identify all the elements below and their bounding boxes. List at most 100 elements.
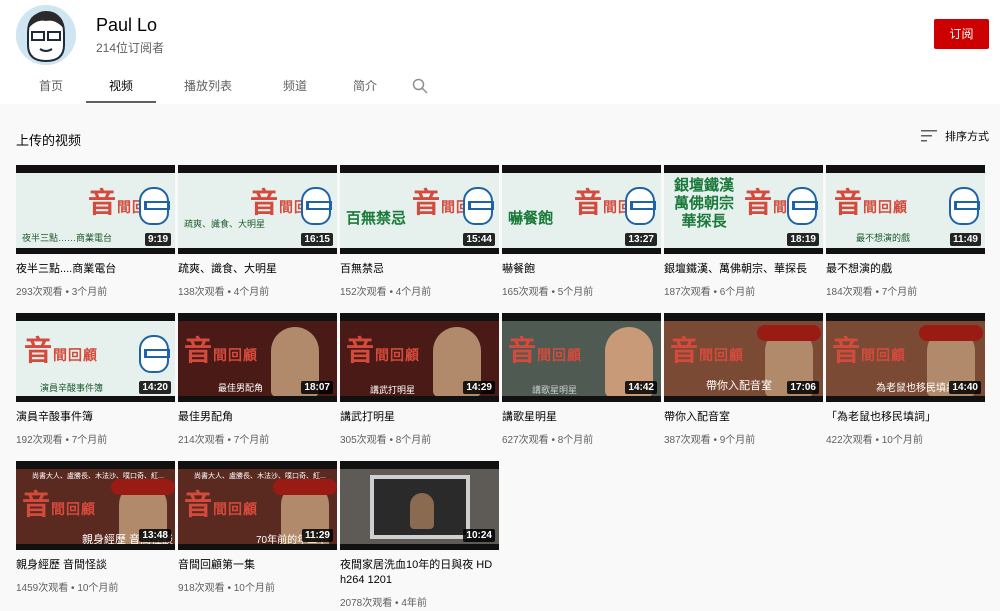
thumbnail-caption: 演員辛酸事件簿	[40, 383, 104, 393]
video-meta: 2078次观看 • 4年前	[340, 598, 427, 609]
video-title[interactable]: 夜半三點....商業電台	[16, 262, 175, 277]
duration-badge: 13:27	[625, 233, 657, 246]
video-thumbnail[interactable]: 音間回顧 嚇餐飽 13:27	[502, 165, 661, 254]
video-title[interactable]: 最不想演的戲	[826, 262, 985, 277]
cartoon-face-icon	[787, 187, 818, 225]
video-title[interactable]: 演員辛酸事件簿	[16, 410, 175, 425]
video-title[interactable]: 銀壇鐵漢、萬佛朝宗、華探長	[664, 262, 823, 277]
video-thumbnail[interactable]: 音間回顧 帶你入配音室 17:06	[664, 313, 823, 402]
video-title[interactable]: 疏爽、識食、大明星	[178, 262, 337, 277]
video-meta: 293次观看 • 3个月前	[16, 287, 108, 298]
thumbnail-caption: 銀壇鐵漢 萬佛朝宗 華探長	[674, 177, 735, 230]
video-thumbnail[interactable]: 音間回顧 演員辛酸事件簿 14:20	[16, 313, 175, 402]
laptop-screen	[370, 475, 470, 539]
thumbnail-stamp: 音間回顧	[24, 334, 99, 367]
tab-playlists[interactable]: 播放列表	[156, 68, 260, 104]
duration-badge: 15:44	[463, 233, 495, 246]
thumbnail-caption: 最佳男配角	[218, 383, 264, 393]
video-title[interactable]: 講武打明星	[340, 410, 499, 425]
video-card[interactable]: 尚書大人、盧勝長、木法沙、噗口奇、紅... 音間回顧 親身經歷 音間怪談 13:…	[16, 461, 175, 594]
video-card[interactable]: 音間回顧 百無禁忌 15:44 百無禁忌 152次观看 • 4个月前	[340, 165, 499, 298]
video-title[interactable]: 「為老鼠也移民填詞」	[826, 410, 985, 425]
video-thumbnail[interactable]: 音間回顧 夜半三點……商業電台 9:19	[16, 165, 175, 254]
thumbnail-stamp: 音間回顧	[22, 488, 97, 521]
thumbnail-caption: 嚇餐飽	[508, 210, 554, 227]
tab-videos[interactable]: 视频	[86, 68, 156, 104]
video-thumbnail[interactable]: 尚書大人、盧勝長、木法沙、噗口奇、紅... 音間回顧 70年前的年三十 11:2…	[178, 461, 337, 550]
duration-badge: 14:42	[625, 381, 657, 394]
sort-button[interactable]: 排序方式	[921, 128, 989, 144]
video-card[interactable]: 音間回顧 疏爽、識食、大明星 16:15 疏爽、識食、大明星 138次观看 • …	[178, 165, 337, 298]
video-title[interactable]: 講歌星明星	[502, 410, 661, 425]
video-thumbnail[interactable]: 音間回顧 講武打明星 14:29	[340, 313, 499, 402]
tab-channels[interactable]: 频道	[260, 68, 330, 104]
tab-home[interactable]: 首页	[16, 68, 86, 104]
thumbnail-caption: 講歌星明星	[532, 385, 578, 395]
subscribe-button[interactable]: 订阅	[934, 19, 989, 49]
video-card[interactable]: 音間回顧 嚇餐飽 13:27 嚇餐飽 165次观看 • 5个月前	[502, 165, 661, 298]
video-title[interactable]: 親身經歷 音間怪談	[16, 558, 175, 573]
video-thumbnail[interactable]: 尚書大人、盧勝長、木法沙、噗口奇、紅... 音間回顧 親身經歷 音間怪談 13:…	[16, 461, 175, 550]
video-card[interactable]: 音間回顧 帶你入配音室 17:06 帶你入配音室 387次观看 • 9个月前	[664, 313, 823, 446]
video-thumbnail[interactable]: 音間回顧 為老鼠也移民填詞 14:40	[826, 313, 985, 402]
video-card[interactable]: 音間回顧 為老鼠也移民填詞 14:40 「為老鼠也移民填詞」 422次观看 • …	[826, 313, 985, 446]
video-meta: 138次观看 • 4个月前	[178, 287, 270, 298]
thumbnail-caption: 百無禁忌	[346, 210, 407, 227]
search-icon	[412, 78, 428, 94]
cartoon-face-icon	[139, 187, 170, 225]
duration-badge: 14:29	[463, 381, 495, 394]
video-meta: 918次观看 • 10个月前	[178, 583, 275, 594]
video-meta: 184次观看 • 7个月前	[826, 287, 918, 298]
subscriber-count: 214位订阅者	[96, 41, 165, 55]
duration-badge: 11:29	[301, 529, 333, 542]
duration-badge: 10:24	[463, 529, 495, 542]
video-meta: 152次观看 • 4个月前	[340, 287, 432, 298]
video-card[interactable]: 音間回顧 演員辛酸事件簿 14:20 演員辛酸事件簿 192次观看 • 7个月前	[16, 313, 175, 446]
duration-badge: 13:48	[139, 529, 171, 542]
video-thumbnail[interactable]: 音間回顧 最佳男配角 18:07	[178, 313, 337, 402]
video-thumbnail[interactable]: 音間回顧 銀壇鐵漢 萬佛朝宗 華探長 18:19	[664, 165, 823, 254]
video-meta: 422次观看 • 10个月前	[826, 435, 923, 446]
tab-about[interactable]: 简介	[330, 68, 400, 104]
section-title: 上传的视频	[16, 133, 82, 148]
video-title[interactable]: 百無禁忌	[340, 262, 499, 277]
video-card[interactable]: 尚書大人、盧勝長、木法沙、噗口奇、紅... 音間回顧 70年前的年三十 11:2…	[178, 461, 337, 594]
video-thumbnail[interactable]: 音間回顧 疏爽、識食、大明星 16:15	[178, 165, 337, 254]
video-card[interactable]: 音間回顧 最不想演的戲 11:49 最不想演的戲 184次观看 • 7个月前	[826, 165, 985, 298]
video-title[interactable]: 音間回顧第一集	[178, 558, 337, 573]
duration-badge: 17:06	[787, 381, 819, 394]
cartoon-face-icon	[949, 187, 980, 225]
video-card[interactable]: 音間回顧 講武打明星 14:29 講武打明星 305次观看 • 8个月前	[340, 313, 499, 446]
thumbnail-caption: 為老鼠也移民填詞	[876, 383, 956, 394]
thumbnail-stamp: 音間回顧	[184, 334, 259, 367]
video-thumbnail[interactable]: 音間回顧 最不想演的戲 11:49	[826, 165, 985, 254]
video-card[interactable]: 音間回顧 最佳男配角 18:07 最佳男配角 214次观看 • 7个月前	[178, 313, 337, 446]
video-title[interactable]: 夜間家居洗血10年的日與夜 HD h264 1201	[340, 558, 499, 588]
cartoon-face-icon	[463, 187, 494, 225]
thumbnail-stamp: 音間回顧	[346, 334, 421, 367]
thumbnail-caption: 最不想演的戲	[856, 233, 911, 243]
channel-header: Paul Lo 214位订阅者 订阅 首页 视频 播放列表 频道 简介	[0, 0, 1000, 104]
video-thumbnail[interactable]: 音間回顧 講歌星明星 14:42	[502, 313, 661, 402]
cartoon-face-icon	[625, 187, 656, 225]
sort-label: 排序方式	[945, 131, 989, 143]
video-card[interactable]: 10:24 夜間家居洗血10年的日與夜 HD h264 1201 2078次观看…	[340, 461, 499, 609]
duration-badge: 18:19	[787, 233, 819, 246]
thumbnail-stamp: 音間回顧	[184, 488, 259, 521]
thumbnail-stamp: 音間回顧	[508, 334, 583, 367]
video-title[interactable]: 帶你入配音室	[664, 410, 823, 425]
video-card[interactable]: 音間回顧 夜半三點……商業電台 9:19 夜半三點....商業電台 293次观看…	[16, 165, 175, 298]
video-title[interactable]: 嚇餐飽	[502, 262, 661, 277]
video-meta: 165次观看 • 5个月前	[502, 287, 594, 298]
channel-avatar[interactable]	[16, 5, 76, 65]
video-thumbnail[interactable]: 音間回顧 百無禁忌 15:44	[340, 165, 499, 254]
video-meta: 387次观看 • 9个月前	[664, 435, 756, 446]
video-card[interactable]: 音間回顧 銀壇鐵漢 萬佛朝宗 華探長 18:19 銀壇鐵漢、萬佛朝宗、華探長 1…	[664, 165, 823, 298]
video-card[interactable]: 音間回顧 講歌星明星 14:42 講歌星明星 627次观看 • 8个月前	[502, 313, 661, 446]
channel-search-button[interactable]	[400, 68, 440, 104]
cartoon-face-icon	[301, 187, 332, 225]
thumbnail-stamp: 音間回顧	[834, 186, 909, 219]
video-title[interactable]: 最佳男配角	[178, 410, 337, 425]
video-meta: 627次观看 • 8个月前	[502, 435, 594, 446]
video-thumbnail[interactable]: 10:24	[340, 461, 499, 550]
